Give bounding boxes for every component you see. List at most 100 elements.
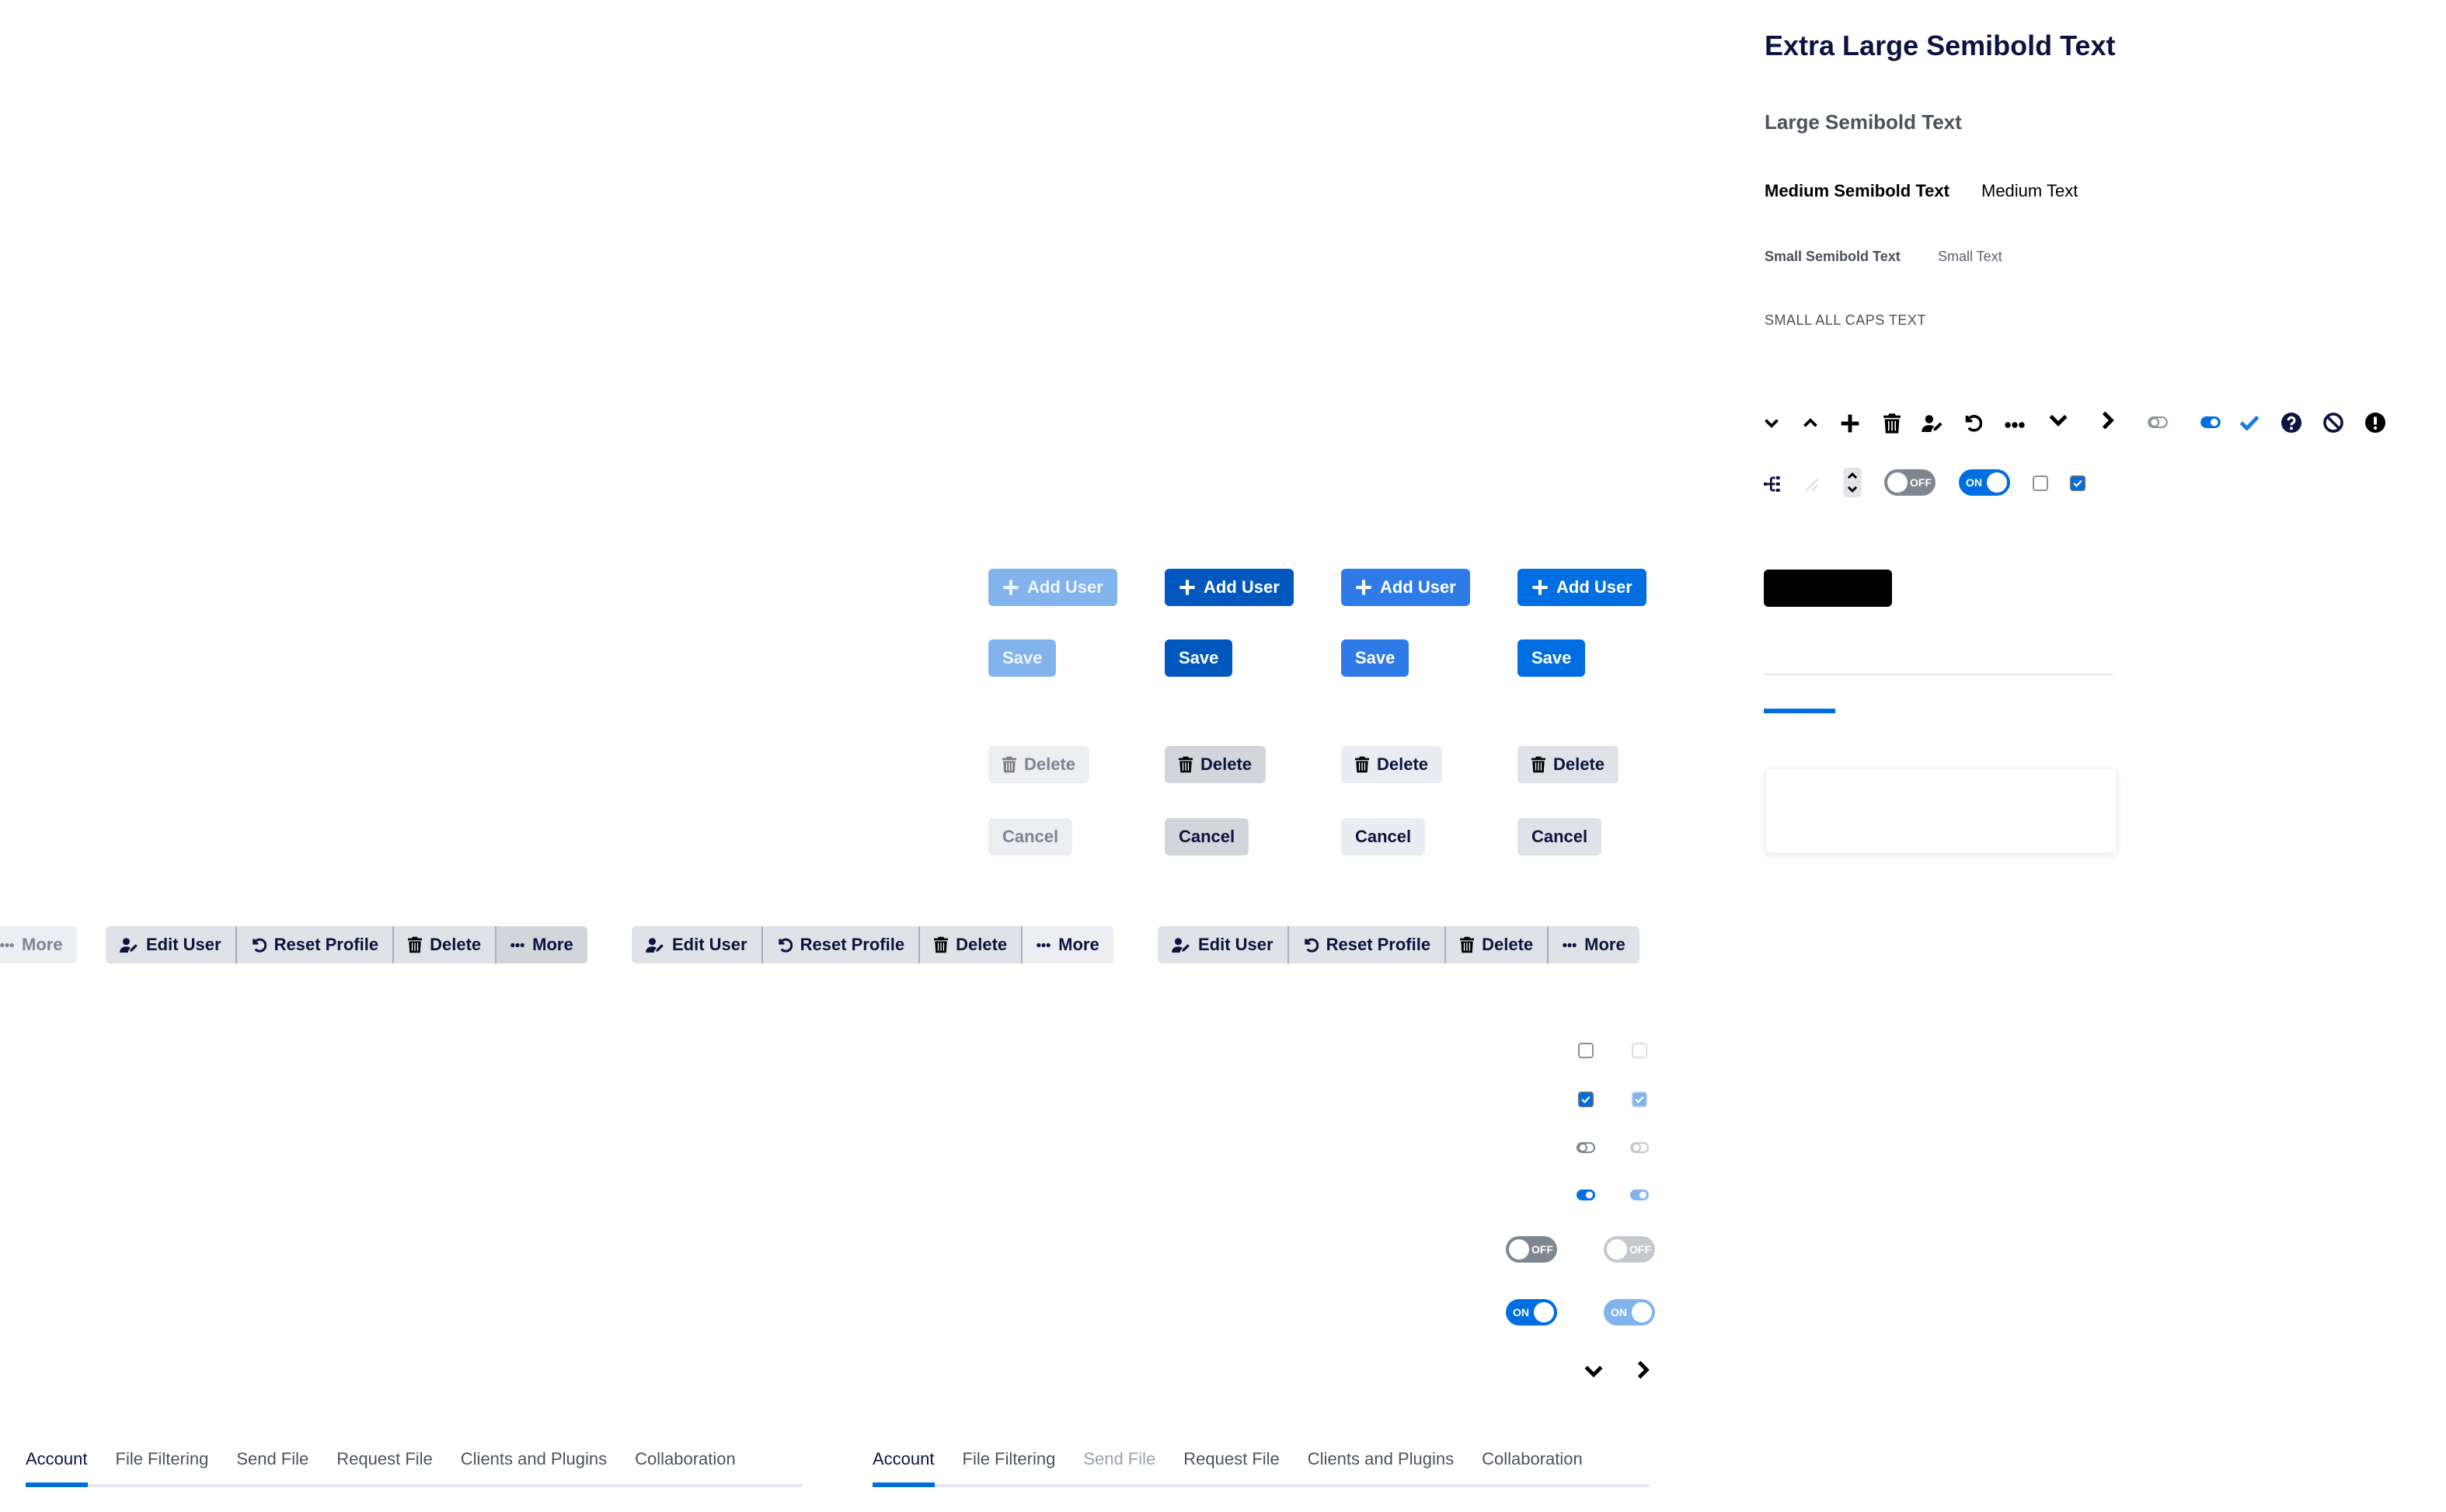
toggle-knob — [1607, 1239, 1627, 1259]
more-button[interactable]: More — [497, 926, 587, 963]
add-user-button[interactable]: Add User — [1517, 569, 1646, 606]
cancel-button-hover[interactable]: Cancel — [1341, 818, 1426, 855]
delete-button[interactable]: Delete — [920, 926, 1023, 963]
check-icon — [1635, 1096, 1644, 1103]
empty-card — [1766, 769, 2116, 853]
add-user-button-active[interactable]: Add User — [1165, 569, 1294, 606]
toggle-off-icon[interactable] — [1577, 1142, 1595, 1153]
save-button-active[interactable]: Save — [1165, 639, 1233, 677]
tab-clients-and-plugins[interactable]: Clients and Plugins — [461, 1444, 607, 1484]
delete-button[interactable]: Delete — [1446, 926, 1549, 963]
chevron-up-small-icon[interactable] — [1803, 418, 1818, 428]
toggle-off-label: OFF — [1629, 1243, 1651, 1256]
tab-indicator-sample — [1764, 709, 1835, 713]
toggle-on-icon-disabled[interactable] — [1630, 1190, 1649, 1200]
checkbox-unchecked[interactable] — [1578, 1043, 1594, 1058]
button-label: Cancel — [1002, 827, 1059, 846]
tab-collaboration[interactable]: Collaboration — [635, 1444, 736, 1484]
tab-collaboration[interactable]: Collaboration — [1482, 1444, 1583, 1484]
resize-handle-icon[interactable] — [1804, 477, 1820, 493]
spinner-arrows-icon[interactable] — [1843, 468, 1862, 497]
undo-icon — [251, 937, 267, 953]
chevron-right-icon[interactable] — [1636, 1360, 1650, 1380]
toggle-off-switch[interactable]: OFF — [1884, 469, 1936, 496]
delete-button-disabled[interactable]: Delete — [988, 746, 1090, 783]
toggle-off-switch-disabled[interactable]: OFF — [1604, 1236, 1655, 1263]
toggle-on-switch-disabled[interactable]: ON — [1604, 1299, 1655, 1326]
button-label: Edit User — [672, 935, 747, 954]
checkbox-checked-disabled[interactable] — [1632, 1092, 1647, 1107]
plus-icon — [1531, 579, 1549, 596]
add-user-button-hover[interactable]: Add User — [1341, 569, 1470, 606]
button-label: Save — [1531, 648, 1572, 667]
trash-icon — [1531, 756, 1545, 773]
checkbox-unchecked[interactable] — [2033, 476, 2048, 491]
tab-clients-and-plugins[interactable]: Clients and Plugins — [1308, 1444, 1454, 1484]
toggle-on-switch[interactable]: ON — [1959, 469, 2010, 496]
checkbox-checked[interactable] — [1578, 1092, 1594, 1107]
edit-user-button[interactable]: Edit User — [106, 926, 237, 963]
cancel-button[interactable]: Cancel — [1517, 818, 1602, 855]
edit-user-button[interactable]: Edit User — [1158, 926, 1289, 963]
toggle-on-switch[interactable]: ON — [1506, 1299, 1557, 1326]
reset-profile-button[interactable]: Reset Profile — [237, 926, 395, 963]
edit-user-button[interactable]: Edit User — [632, 926, 763, 963]
button-label: Cancel — [1179, 827, 1235, 846]
chevron-right-icon[interactable] — [2101, 410, 2114, 430]
delete-button-hover[interactable]: Delete — [1341, 746, 1443, 783]
button-label: Reset Profile — [800, 935, 905, 954]
tab-account[interactable]: Account — [873, 1444, 935, 1487]
delete-button-active[interactable]: Delete — [1165, 746, 1267, 783]
toggle-off-icon[interactable] — [2148, 416, 2168, 428]
ellipsis-icon[interactable] — [2005, 421, 2025, 429]
tab-send-file[interactable]: Send File — [236, 1444, 308, 1484]
more-button-disabled[interactable]: More — [0, 926, 77, 963]
plus-icon[interactable] — [1840, 413, 1860, 434]
reset-profile-button[interactable]: Reset Profile — [1289, 926, 1447, 963]
add-user-button-disabled[interactable]: Add User — [988, 569, 1117, 606]
save-button[interactable]: Save — [1517, 639, 1586, 677]
checkbox-checked[interactable] — [2070, 476, 2085, 491]
toggle-off-switch[interactable]: OFF — [1506, 1236, 1557, 1263]
undo-icon[interactable] — [1963, 413, 1982, 432]
checkbox-unchecked-disabled[interactable] — [1632, 1043, 1647, 1058]
tab-file-filtering[interactable]: File Filtering — [116, 1444, 209, 1484]
trash-icon[interactable] — [1883, 413, 1901, 434]
toggle-on-icon[interactable] — [1577, 1190, 1595, 1200]
toggle-off-icon-disabled[interactable] — [1630, 1142, 1649, 1153]
undo-icon — [1303, 937, 1319, 953]
check-icon — [1581, 1096, 1591, 1103]
button-label: Delete — [1553, 754, 1605, 774]
delete-button[interactable]: Delete — [1517, 746, 1619, 783]
button-label: Delete — [1482, 935, 1534, 954]
button-label: Cancel — [1355, 827, 1412, 846]
divider — [1764, 674, 2113, 675]
chevron-down-icon[interactable] — [1584, 1364, 1604, 1378]
button-label: More — [22, 935, 63, 954]
cancel-button-active[interactable]: Cancel — [1165, 818, 1249, 855]
save-button-hover[interactable]: Save — [1341, 639, 1409, 677]
more-button[interactable]: More — [1549, 926, 1639, 963]
redacted-block — [1764, 570, 1892, 607]
question-circle-icon[interactable] — [2281, 413, 2301, 433]
tab-bar-1: Account File Filtering Send File Request… — [26, 1444, 803, 1487]
tab-request-file[interactable]: Request File — [336, 1444, 433, 1484]
tab-request-file[interactable]: Request File — [1183, 1444, 1280, 1484]
ban-icon — [2323, 413, 2343, 433]
save-button-disabled[interactable]: Save — [988, 639, 1057, 677]
cancel-button-disabled[interactable]: Cancel — [988, 818, 1073, 855]
tab-account[interactable]: Account — [26, 1444, 88, 1487]
chevron-down-icon[interactable] — [2048, 413, 2068, 427]
tab-file-filtering[interactable]: File Filtering — [963, 1444, 1056, 1484]
button-group-partial: More — [0, 926, 77, 963]
toggle-on-icon[interactable] — [2200, 416, 2221, 428]
tab-send-file[interactable]: Send File — [1083, 1444, 1155, 1484]
delete-button[interactable]: Delete — [394, 926, 497, 963]
reset-profile-button[interactable]: Reset Profile — [763, 926, 921, 963]
button-label: Reset Profile — [1326, 935, 1431, 954]
toggle-knob — [1534, 1302, 1554, 1322]
user-edit-icon[interactable] — [1922, 415, 1943, 432]
chevron-down-small-icon[interactable] — [1764, 418, 1779, 428]
trash-icon — [1179, 756, 1193, 773]
more-button[interactable]: More — [1023, 926, 1113, 963]
